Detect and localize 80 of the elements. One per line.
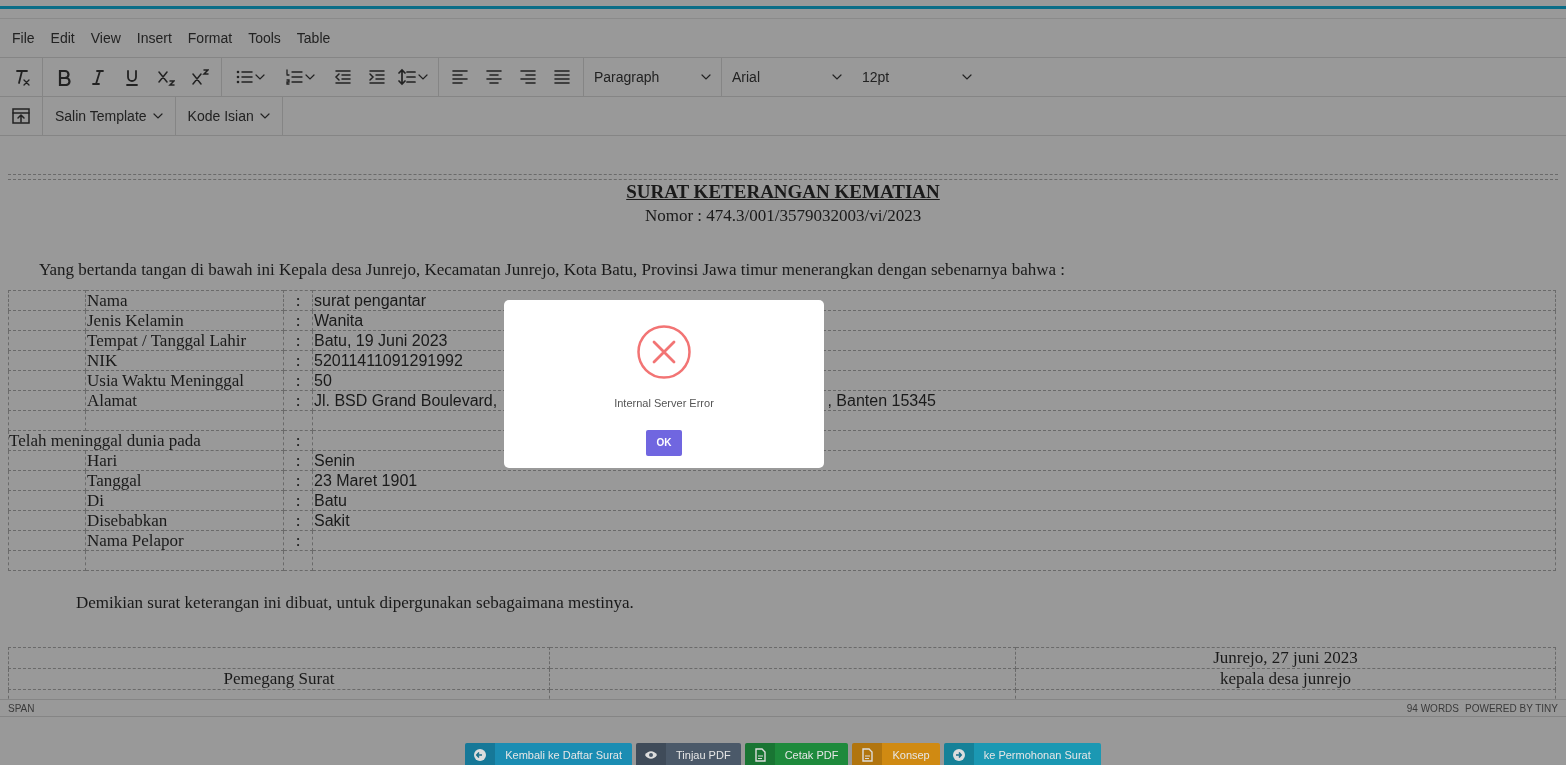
field-value: Wanita (314, 311, 364, 329)
colon-separator: : (295, 530, 301, 550)
colon-separator: : (295, 430, 301, 450)
document-icon[interactable] (860, 748, 875, 762)
document-title: SURAT KETERANGAN KEMATIAN (626, 181, 940, 202)
colon-separator: : (295, 450, 301, 470)
element-path: SPAN (8, 701, 35, 716)
field-label: Nama (87, 290, 128, 310)
field-value: Batu (314, 491, 347, 509)
field-value: Jl. BSD Grand Boulevard, (314, 390, 498, 410)
toolbar-menu-button[interactable]: Salin Template (43, 97, 176, 135)
line-height-icon[interactable] (398, 68, 416, 86)
outdent-icon[interactable] (334, 68, 352, 86)
underline-icon[interactable] (123, 68, 141, 86)
field-label: Tempat / Tanggal Lahir (87, 330, 247, 350)
menu-item[interactable]: Edit (42, 27, 83, 49)
field-value: 23 Maret 1901 (314, 471, 418, 489)
menu-item[interactable]: Tools (240, 27, 289, 49)
menu-item[interactable]: File (4, 27, 43, 49)
powered-by-link[interactable]: POWERED BY TINY (1465, 700, 1558, 716)
signature-label: Pemegang Surat (223, 668, 335, 688)
action-button[interactable]: Cetak PDF (744, 743, 849, 765)
field-label: Hari (87, 450, 118, 470)
document-number: Nomor : 474.3/001/3579032003/vi/2023 (644, 205, 922, 225)
colon-separator: : (295, 290, 301, 310)
intro-paragraph: Yang bertanda tangan di bawah ini Kepala desa Junrejo, Kecamatan Junrejo, Kota Batu, Provinsi Jawa timur menerangkan dengan sebenarnya bahwa : (39, 259, 1066, 280)
subscript-icon[interactable] (157, 68, 175, 86)
superscript-icon[interactable] (191, 68, 209, 86)
justify-icon[interactable] (553, 68, 571, 86)
colon-separator: : (295, 330, 301, 350)
font-select[interactable]: Arial (722, 58, 852, 96)
ok-button[interactable]: OK (646, 429, 682, 456)
word-count: 94 WORDS (1406, 701, 1459, 716)
align-center-icon[interactable] (485, 68, 503, 86)
bullet-list-icon[interactable] (235, 68, 253, 86)
menu-item[interactable]: Insert (128, 27, 180, 49)
align-right-icon[interactable] (519, 68, 537, 86)
colon-separator: : (295, 350, 301, 370)
field-value: , Banten 15345 (827, 390, 936, 410)
toolbar-menu-button[interactable]: Kode Isian (175, 97, 283, 135)
colon-separator: : (295, 510, 301, 530)
field-value: 52011411091291992 (314, 351, 463, 369)
colon-separator: : (295, 310, 301, 330)
font-size-select[interactable]: 12pt (852, 58, 982, 96)
signature-date: Junrejo, 27 juni 2023 (1213, 647, 1358, 667)
field-label: Alamat (87, 390, 138, 410)
action-button[interactable]: Tinjau PDF (636, 743, 741, 765)
align-left-icon[interactable] (451, 68, 469, 86)
colon-separator: : (295, 490, 301, 510)
colon-separator: : (295, 390, 301, 410)
colon-separator: : (295, 470, 301, 490)
dialog-message: Internal Server Error (614, 396, 714, 411)
field-label: Tanggal (87, 470, 142, 490)
document-icon[interactable] (752, 748, 767, 762)
error-icon (637, 325, 691, 379)
field-value: Batu, 19 Juni 2023 (314, 331, 448, 349)
action-button[interactable]: Kembali ke Daftar Surat (465, 743, 632, 765)
field-label: NIK (87, 350, 118, 370)
template-icon[interactable] (12, 107, 30, 125)
field-label: Nama Pelapor (87, 530, 184, 550)
menu-item[interactable]: Format (179, 27, 241, 49)
signature-label: kepala desa junrejo (1219, 668, 1352, 688)
block-format-select[interactable]: Paragraph (584, 58, 722, 96)
menu-item[interactable]: Table (288, 27, 339, 49)
field-label: Di (87, 490, 104, 510)
field-label: Jenis Kelamin (87, 310, 184, 330)
italic-icon[interactable] (89, 68, 107, 86)
menu-item[interactable]: View (82, 27, 129, 49)
numbered-list-icon[interactable] (285, 68, 303, 86)
eye-icon[interactable] (644, 748, 658, 762)
field-label: Disebabkan (87, 510, 168, 530)
section-label: Telah meninggal dunia pada (9, 430, 201, 450)
field-value: Senin (314, 451, 355, 469)
field-label: Usia Waktu Meninggal (87, 370, 244, 390)
indent-icon[interactable] (368, 68, 386, 86)
field-value: Sakit (314, 511, 350, 529)
field-value: surat pengantar (314, 291, 427, 309)
colon-separator: : (295, 370, 301, 390)
field-value: 50 (314, 371, 332, 389)
closing-paragraph: Demikian surat keterangan ini dibuat, untuk dipergunakan sebagaimana mestinya. (76, 592, 635, 613)
